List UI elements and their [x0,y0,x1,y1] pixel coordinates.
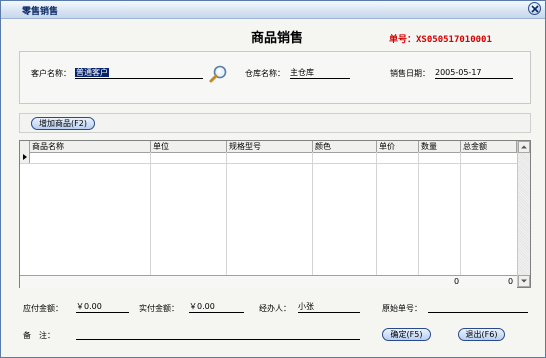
column-header-name[interactable]: 商品名称 [30,141,151,152]
warehouse-field[interactable]: 主仓库 [290,67,350,79]
scroll-up-icon [521,145,527,149]
confirm-button[interactable]: 确定(F5) [382,328,431,341]
row-pointer-icon [23,154,27,160]
remark-field[interactable] [76,328,360,340]
original-no-label: 原始单号： [382,304,422,313]
remark-label: 备 注： [23,331,55,340]
amount-total: 0 [508,277,514,286]
header-corner [20,141,30,152]
warehouse-value: 主仓库 [290,68,314,77]
column-divider [376,152,377,276]
exit-button[interactable]: 退出(F6) [458,328,505,341]
handler-value: 小张 [298,302,314,311]
table-footer: 0 0 [20,275,517,288]
column-header-color[interactable]: 颜色 [313,141,377,152]
sales-window: 零售销售 商品销售 单号：XS050517010001 客户名称： 普通客户 仓… [0,0,546,358]
column-divider [418,152,419,276]
quantity-total: 0 [454,277,460,286]
column-header-price[interactable]: 单价 [377,141,419,152]
window-title: 零售销售 [22,7,59,17]
paid-value: ￥0.00 [189,302,215,311]
column-header-unit[interactable]: 单位 [151,141,227,152]
original-no-field[interactable] [428,301,528,313]
sale-date-value: 2005-05-17 [435,68,482,77]
close-icon [531,5,539,13]
title-bar[interactable]: 零售销售 [1,1,545,19]
table-row[interactable] [20,163,517,164]
row-selector[interactable] [20,152,30,163]
handler-field[interactable]: 小张 [298,301,360,313]
customer-value: 普通客户 [75,68,109,77]
column-header-amount[interactable]: 总金额 [461,141,517,152]
scroll-down-icon [521,279,527,283]
warehouse-label: 仓库名称： [245,69,285,78]
scroll-up-button[interactable] [518,141,530,153]
paid-label: 实付金额： [139,304,179,313]
paid-field[interactable]: ￥0.00 [189,301,244,313]
column-divider [460,152,461,276]
vertical-scrollbar[interactable] [517,141,530,287]
order-label: 单号： [389,35,417,45]
column-header-quantity[interactable]: 数量 [419,141,461,152]
page-title: 商品销售 [251,31,304,46]
column-header-spec[interactable]: 规格型号 [227,141,313,152]
customer-field[interactable]: 普通客户 [75,67,203,79]
payable-label: 应付金额： [23,304,63,313]
payable-field[interactable]: ￥0.00 [76,301,129,313]
sale-date-field[interactable]: 2005-05-17 [435,67,513,79]
table-header: 商品名称 单位 规格型号 颜色 单价 数量 总金额 [20,141,517,153]
sale-date-label: 销售日期： [390,69,430,78]
search-icon[interactable] [208,64,228,84]
close-button[interactable] [528,2,541,15]
add-goods-button[interactable]: 增加商品(F2) [31,117,95,130]
column-divider [226,152,227,276]
customer-label: 客户名称： [31,69,71,78]
order-number: 单号：XS050517010001 [389,32,492,45]
payable-value: ￥0.00 [76,302,102,311]
column-divider [150,152,151,276]
handler-label: 经办人： [259,304,291,313]
order-value: XS050517010001 [416,35,492,45]
column-divider [312,152,313,276]
scroll-down-button[interactable] [518,275,530,287]
goods-table[interactable]: 商品名称 单位 规格型号 颜色 单价 数量 总金额 0 0 [19,140,531,288]
toolbar-strip [19,113,531,133]
